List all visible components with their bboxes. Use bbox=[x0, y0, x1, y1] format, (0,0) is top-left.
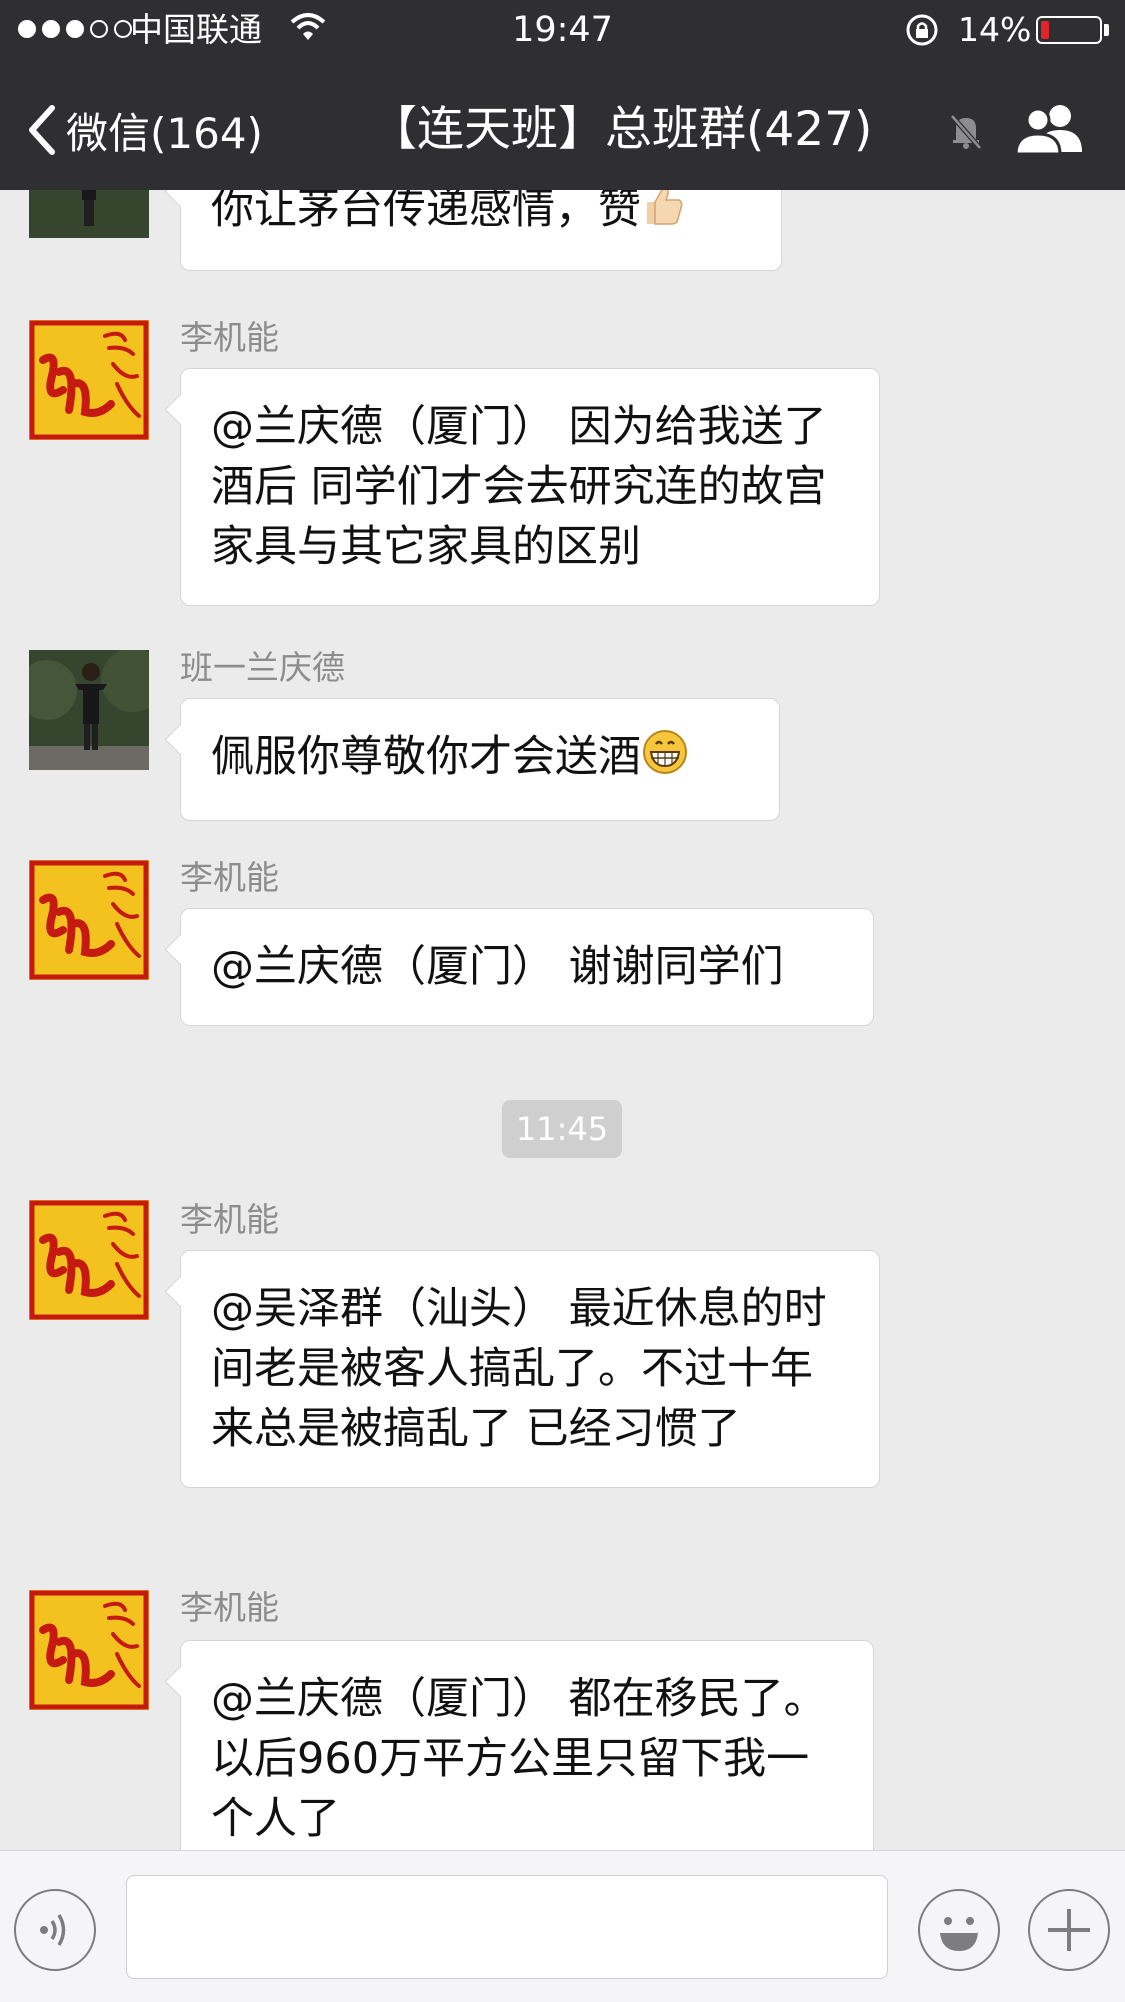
chevron-left-icon bbox=[29, 105, 55, 155]
avatar[interactable] bbox=[29, 860, 149, 980]
emoji-icon bbox=[940, 1917, 978, 1951]
battery-icon bbox=[1036, 16, 1102, 44]
red-calligraphy-avatar-icon bbox=[29, 860, 149, 980]
nav-bar: 微信(164) 【连天班】总班群(427) bbox=[0, 60, 1125, 190]
mute-bell-icon bbox=[950, 114, 982, 150]
avatar[interactable] bbox=[29, 320, 149, 440]
emoji-button[interactable] bbox=[918, 1889, 1000, 1971]
message-text: @吴泽群（汕头） 最近休息的时间老是被客人搞乱了。不过十年来总是被搞乱了 已经习… bbox=[211, 1284, 827, 1454]
sender-name: 李机能 bbox=[180, 858, 279, 897]
red-calligraphy-avatar-icon bbox=[29, 1590, 149, 1710]
avatar[interactable] bbox=[29, 1200, 149, 1320]
back-label: 微信(164) bbox=[66, 108, 263, 158]
red-calligraphy-avatar-icon bbox=[29, 1200, 149, 1320]
rotation-lock-icon bbox=[906, 14, 938, 46]
message-bubble[interactable]: @兰庆德（厦门） 都在移民了。以后960万平方公里只留下我一个人了 bbox=[180, 1640, 874, 1850]
input-bar bbox=[0, 1850, 1125, 2002]
voice-icon bbox=[40, 1914, 66, 1946]
back-button[interactable]: 微信(164) bbox=[26, 100, 286, 160]
message-text: @兰庆德（厦门） 都在移民了。以后960万平方公里只留下我一个人了 bbox=[211, 1674, 827, 1844]
chat-area[interactable]: 你让茅台传递感情，赞 李机能 @兰庆德（厦门） 因为给我送了酒后 同学们才会去研… bbox=[0, 190, 1125, 1850]
sender-name: 李机能 bbox=[180, 318, 279, 357]
top-bar: 中国联通 19:47 14% 微信(164) 【连天班】总班群(427) bbox=[0, 0, 1125, 190]
sender-name: 班一兰庆德 bbox=[180, 648, 345, 687]
message-bubble[interactable]: @吴泽群（汕头） 最近休息的时间老是被客人搞乱了。不过十年来总是被搞乱了 已经习… bbox=[180, 1250, 880, 1488]
grin-emoji-icon bbox=[641, 728, 689, 792]
message-bubble[interactable]: 你让茅台传递感情，赞 bbox=[180, 190, 782, 271]
more-button[interactable] bbox=[1028, 1889, 1110, 1971]
message-bubble[interactable]: @兰庆德（厦门） 因为给我送了酒后 同学们才会去研究连的故宫家具与其它家具的区别 bbox=[180, 368, 880, 606]
sender-name: 李机能 bbox=[180, 1200, 279, 1239]
battery-percent: 14% bbox=[958, 10, 1032, 49]
member-photo-avatar-icon bbox=[29, 650, 149, 770]
message-bubble[interactable]: 佩服你尊敬你才会送酒 bbox=[180, 698, 780, 821]
avatar[interactable] bbox=[29, 1590, 149, 1710]
red-calligraphy-avatar-icon bbox=[29, 320, 149, 440]
status-bar: 中国联通 19:47 14% bbox=[0, 0, 1125, 60]
message-text: @兰庆德（厦门） 谢谢同学们 bbox=[211, 942, 784, 992]
sender-name: 李机能 bbox=[180, 1588, 279, 1627]
thumbs-up-emoji-icon bbox=[641, 190, 685, 242]
message-bubble[interactable]: @兰庆德（厦门） 谢谢同学们 bbox=[180, 908, 874, 1026]
member-photo-avatar-icon bbox=[29, 190, 149, 238]
plus-icon bbox=[1048, 1909, 1090, 1951]
avatar[interactable] bbox=[29, 190, 149, 238]
timestamp-label: 11:45 bbox=[502, 1100, 622, 1158]
message-text: @兰庆德（厦门） 因为给我送了酒后 同学们才会去研究连的故宫家具与其它家具的区别 bbox=[211, 402, 827, 572]
message-input[interactable] bbox=[126, 1875, 888, 1979]
message-text: 你让茅台传递感情，赞 bbox=[211, 190, 641, 234]
status-time: 19:47 bbox=[512, 10, 613, 50]
group-members-icon[interactable] bbox=[1014, 100, 1086, 156]
message-text: 佩服你尊敬你才会送酒 bbox=[211, 732, 641, 782]
chat-title: 【连天班】总班群(427) bbox=[370, 102, 873, 157]
voice-button[interactable] bbox=[14, 1889, 96, 1971]
avatar[interactable] bbox=[29, 650, 149, 770]
